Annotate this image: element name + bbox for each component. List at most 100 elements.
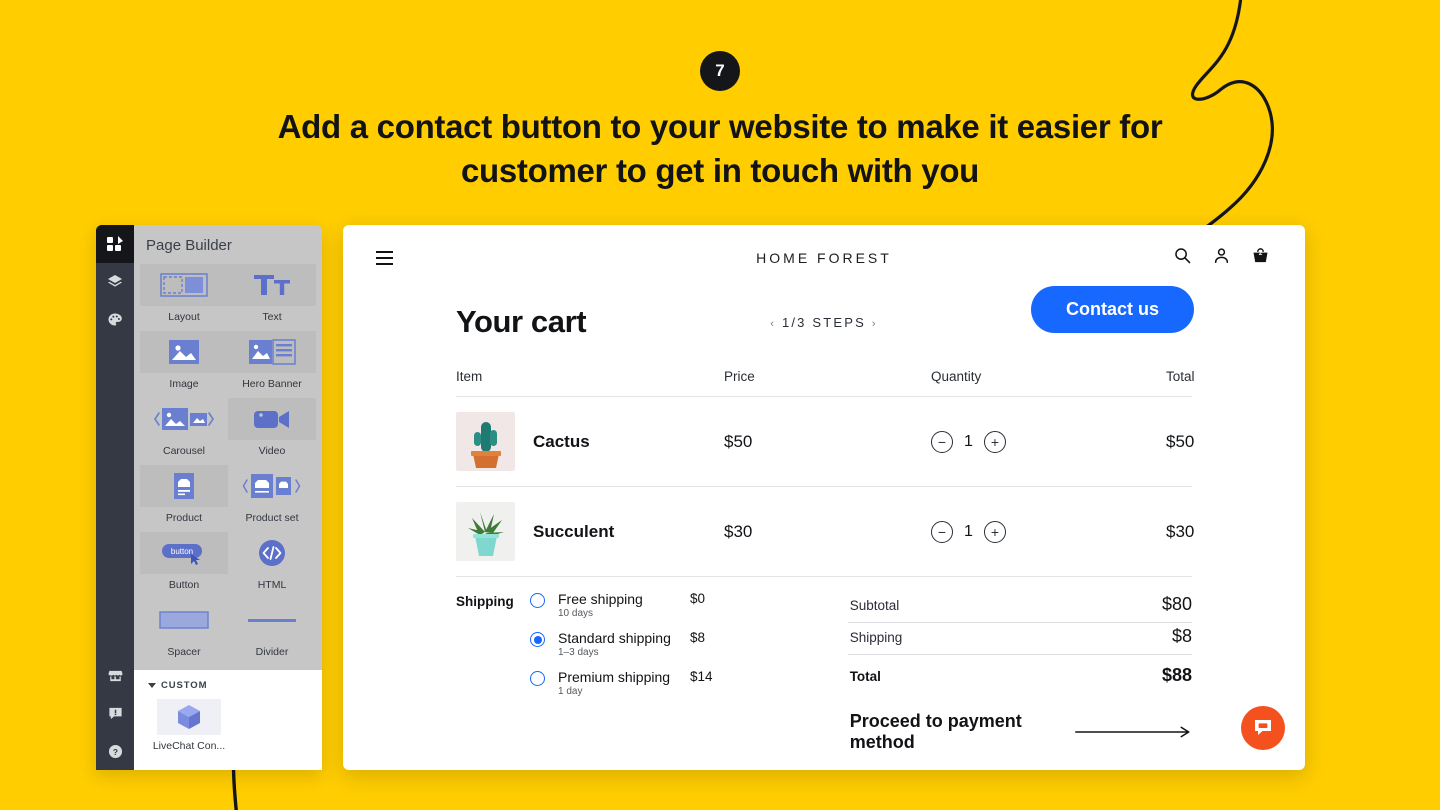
cart-item-cell: Cactus <box>456 412 724 471</box>
widget-livechat-contact[interactable]: LiveChat Con... <box>142 699 236 752</box>
item-name: Succulent <box>533 521 615 541</box>
widget-hero-banner[interactable]: Hero Banner <box>228 331 316 390</box>
widget-label: Product set <box>245 512 299 524</box>
cart-icon[interactable]: 2 <box>1252 247 1269 264</box>
widget-layout[interactable]: Layout <box>140 264 228 323</box>
cart-header: Your cart ‹ 1/3 STEPS › Contact us <box>343 286 1305 353</box>
html-icon <box>228 532 316 574</box>
store-topbar: HOME FOREST 2 <box>343 225 1305 291</box>
widget-label: HTML <box>257 579 287 591</box>
column-header-total: Total <box>1166 369 1195 384</box>
menu-bar <box>376 256 393 260</box>
shipping-option-text: Free shipping 10 days <box>558 591 686 619</box>
quantity-value: 1 <box>964 432 973 450</box>
shipping-option-standard[interactable]: Standard shipping 1–3 days $8 <box>530 630 713 658</box>
next-step-icon[interactable]: › <box>872 318 878 330</box>
arrow-right-icon <box>1074 726 1190 738</box>
widget-grid: Layout Text Image Hero Banner Carousel V… <box>134 264 322 658</box>
quantity-increase-button[interactable]: + <box>983 430 1006 453</box>
total-label: Total <box>849 669 881 684</box>
total-value: $88 <box>1161 665 1192 685</box>
widget-html[interactable]: HTML <box>228 532 316 591</box>
widget-text[interactable]: Text <box>228 264 316 323</box>
store-icon[interactable] <box>96 656 134 694</box>
summary-row-total: Total $88 <box>848 655 1192 693</box>
radio-button[interactable] <box>530 632 545 647</box>
widget-carousel[interactable]: Carousel <box>140 398 228 457</box>
hero-banner-icon <box>228 331 316 373</box>
account-icon[interactable] <box>1213 247 1230 264</box>
radio-button[interactable] <box>530 593 545 608</box>
shipping-option-days: 1 day <box>558 686 583 697</box>
layers-icon[interactable] <box>96 263 134 301</box>
palette-icon[interactable] <box>96 301 134 339</box>
store-name: HOME FOREST <box>756 250 892 266</box>
quantity-decrease-button[interactable]: − <box>931 520 953 543</box>
custom-section-header[interactable]: CUSTOM <box>134 680 322 691</box>
widget-video[interactable]: Video <box>228 398 316 457</box>
shipping-option-days: 10 days <box>558 608 594 619</box>
livechat-widget-button[interactable] <box>1241 706 1285 750</box>
widget-button[interactable]: button Button <box>140 532 228 591</box>
table-row: Succulent $30 − 1 + $30 <box>456 486 1194 576</box>
table-row: Cactus $50 − 1 + $50 <box>456 396 1195 486</box>
quantity-decrease-button[interactable]: − <box>931 430 953 453</box>
item-name: Cactus <box>533 431 590 451</box>
contact-us-button[interactable]: Contact us <box>1030 286 1194 333</box>
shipping-option-premium[interactable]: Premium shipping 1 day $14 <box>530 669 713 697</box>
column-header-price: Price <box>724 369 755 384</box>
subtotal-value: $80 <box>1161 594 1192 614</box>
proceed-to-payment-button[interactable]: Proceed to payment method <box>848 711 1192 753</box>
topbar-actions: 2 <box>1174 247 1269 264</box>
widget-product-set[interactable]: Product set <box>228 465 316 524</box>
item-price: $30 <box>724 521 753 541</box>
shipping-option-text: Standard shipping 1–3 days <box>558 630 686 658</box>
prev-step-icon[interactable]: ‹ <box>770 318 776 330</box>
menu-icon[interactable] <box>376 251 393 268</box>
succulent-photo <box>456 502 515 561</box>
shipping-cost-value: $8 <box>1171 626 1192 646</box>
widget-label: Carousel <box>162 445 206 457</box>
livechat-icon <box>1255 720 1271 735</box>
shipping-option-days: 1–3 days <box>558 647 599 658</box>
widget-label: Video <box>258 445 286 457</box>
divider-icon <box>228 599 316 641</box>
widget-label: Text <box>262 311 282 323</box>
widget-image[interactable]: Image <box>140 331 228 390</box>
quantity-stepper: − 1 + <box>931 430 1166 453</box>
widgets-icon[interactable] <box>96 225 134 263</box>
widget-label: LiveChat Con... <box>152 740 226 752</box>
text-icon <box>228 264 316 306</box>
quantity-stepper: − 1 + <box>931 520 1166 543</box>
widget-divider[interactable]: Divider <box>228 599 316 658</box>
cube-icon <box>157 699 221 735</box>
shipping-option-free[interactable]: Free shipping 10 days $0 <box>530 591 713 619</box>
button-icon: button <box>140 532 228 574</box>
spacer-icon <box>140 599 228 641</box>
subtotal-label: Subtotal <box>849 598 900 613</box>
builder-panel-title: Page Builder <box>146 237 232 254</box>
shipping-option-price: $8 <box>690 630 706 645</box>
product-set-icon <box>228 465 316 507</box>
menu-bar <box>376 251 393 254</box>
widget-label: Product <box>165 512 203 524</box>
search-icon[interactable] <box>1174 247 1191 264</box>
video-icon <box>228 398 316 440</box>
widget-label: Spacer <box>167 646 201 658</box>
help-icon[interactable]: ? <box>96 732 134 770</box>
widget-label: Hero Banner <box>242 378 302 390</box>
layout-icon <box>140 264 228 306</box>
shipping-option-price: $0 <box>690 591 706 606</box>
widget-label: Button <box>168 579 200 591</box>
quantity-increase-button[interactable]: + <box>983 520 1006 543</box>
feedback-icon[interactable] <box>96 694 134 732</box>
widget-spacer[interactable]: Spacer <box>140 599 228 658</box>
shipping-options-list: Free shipping 10 days $0 Standard shippi… <box>530 591 713 753</box>
item-total: $50 <box>1166 431 1195 451</box>
shipping-options-block: Shipping Free shipping 10 days $0 Standa… <box>456 591 813 753</box>
shipping-option-price: $14 <box>690 669 713 684</box>
widget-product[interactable]: Product <box>140 465 228 524</box>
column-header-item: Item <box>456 369 483 384</box>
radio-button[interactable] <box>530 671 545 686</box>
image-icon <box>140 331 228 373</box>
